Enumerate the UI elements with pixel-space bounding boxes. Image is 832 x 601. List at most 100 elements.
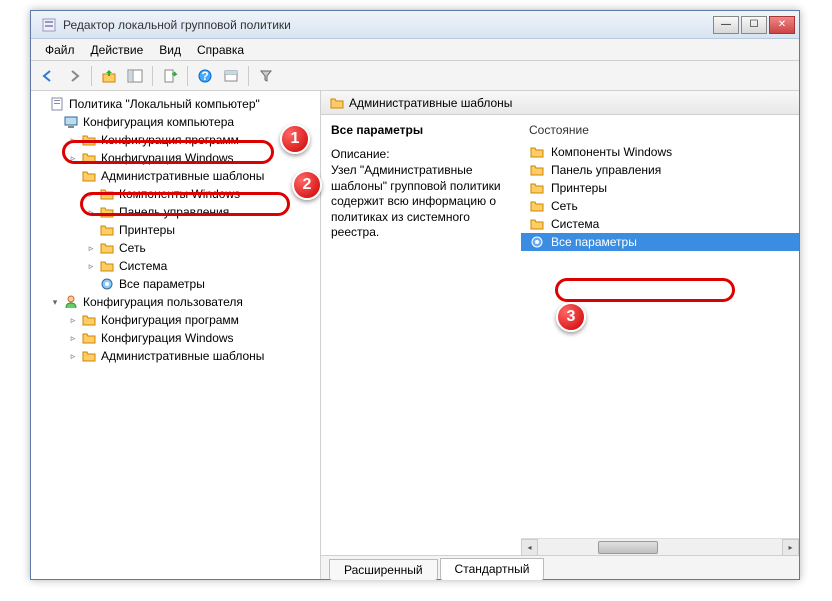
tree-user-windows[interactable]: ▹ Конфигурация Windows [31, 329, 320, 347]
help-button[interactable]: ? [194, 65, 216, 87]
folder-icon [329, 95, 345, 111]
tree-network[interactable]: ▹ Сеть [31, 239, 320, 257]
tree-program-config[interactable]: ▹ Конфигурация программ [31, 131, 320, 149]
expander-icon[interactable]: ▹ [67, 350, 79, 362]
list-column: Состояние Компоненты Windows Панель упра… [521, 115, 799, 555]
tree-windows-config[interactable]: ▹ Конфигурация Windows [31, 149, 320, 167]
export-button[interactable] [159, 65, 181, 87]
desc-label: Описание: [331, 147, 511, 161]
toolbar-separator [187, 66, 188, 86]
toolbar-separator [248, 66, 249, 86]
tree-computer-config[interactable]: Конфигурация компьютера [31, 113, 320, 131]
list-item[interactable]: Сеть [521, 197, 799, 215]
properties-button[interactable] [220, 65, 242, 87]
expander-icon[interactable]: ▹ [85, 206, 97, 218]
folder-icon [81, 132, 97, 148]
view-tabs: Расширенный Стандартный [321, 555, 799, 579]
tree-label: Принтеры [119, 223, 175, 237]
expander-icon[interactable]: ▹ [85, 260, 97, 272]
scroll-track[interactable] [538, 539, 782, 555]
folder-icon [81, 348, 97, 364]
list-item-selected[interactable]: Все параметры [521, 233, 799, 251]
tree-all-params[interactable]: Все параметры [31, 275, 320, 293]
filter-button[interactable] [255, 65, 277, 87]
tree-label: Политика "Локальный компьютер" [69, 97, 260, 111]
folder-icon [81, 330, 97, 346]
tree-label: Конфигурация компьютера [83, 115, 234, 129]
close-button[interactable]: ✕ [769, 16, 795, 34]
list-item[interactable]: Панель управления [521, 161, 799, 179]
svg-text:?: ? [201, 69, 208, 83]
menu-action[interactable]: Действие [83, 41, 152, 59]
expander-icon[interactable] [85, 278, 97, 290]
scroll-thumb[interactable] [598, 541, 658, 554]
expander-icon[interactable] [49, 116, 61, 128]
toolbar: ? [31, 61, 799, 91]
folder-icon [529, 180, 545, 196]
tree-admin-templates[interactable]: Административные шаблоны [31, 167, 320, 185]
app-icon [41, 17, 57, 33]
tree-toggle-button[interactable] [124, 65, 146, 87]
forward-button[interactable] [63, 65, 85, 87]
expander-icon[interactable]: ▹ [67, 314, 79, 326]
toolbar-separator [91, 66, 92, 86]
expander-icon[interactable] [67, 170, 79, 182]
tree-root[interactable]: Политика "Локальный компьютер" [31, 95, 320, 113]
tree-printers[interactable]: Принтеры [31, 221, 320, 239]
scroll-bar-horizontal[interactable]: ◂ ▸ [521, 538, 799, 555]
folder-icon [81, 150, 97, 166]
tree-label: Система [119, 259, 167, 273]
tab-extended[interactable]: Расширенный [329, 559, 438, 580]
folder-icon [99, 222, 115, 238]
expander-icon[interactable]: ▹ [67, 134, 79, 146]
folder-icon [529, 162, 545, 178]
tree-view[interactable]: Политика "Локальный компьютер" Конфигура… [31, 91, 321, 579]
folder-icon [529, 198, 545, 214]
settings-icon [99, 276, 115, 292]
expander-icon[interactable] [35, 98, 47, 110]
menu-help[interactable]: Справка [189, 41, 252, 59]
expander-icon[interactable]: ▾ [49, 296, 61, 308]
list-item[interactable]: Компоненты Windows [521, 143, 799, 161]
list-item[interactable]: Принтеры [521, 179, 799, 197]
list-label: Все параметры [551, 235, 637, 249]
pane-title: Административные шаблоны [349, 96, 512, 110]
scroll-right-icon[interactable]: ▸ [782, 539, 799, 556]
back-button[interactable] [37, 65, 59, 87]
up-button[interactable] [98, 65, 120, 87]
tree-system[interactable]: ▹ Система [31, 257, 320, 275]
expander-icon[interactable]: ▹ [85, 188, 97, 200]
expander-icon[interactable]: ▹ [85, 242, 97, 254]
list-item[interactable]: Система [521, 215, 799, 233]
settings-icon [529, 234, 545, 250]
tree-win-components[interactable]: ▹ Компоненты Windows [31, 185, 320, 203]
pane-body: Все параметры Описание: Узел "Администра… [321, 115, 799, 555]
expander-icon[interactable]: ▹ [67, 332, 79, 344]
tree-label: Конфигурация Windows [101, 151, 234, 165]
menu-view[interactable]: Вид [151, 41, 189, 59]
expander-icon[interactable] [85, 224, 97, 236]
tab-standard[interactable]: Стандартный [440, 558, 545, 580]
tree-label: Конфигурация программ [101, 133, 239, 147]
toolbar-separator [152, 66, 153, 86]
tree-user-programs[interactable]: ▹ Конфигурация программ [31, 311, 320, 329]
tree-user-admin[interactable]: ▹ Административные шаблоны [31, 347, 320, 365]
tree-label: Конфигурация Windows [101, 331, 234, 345]
folder-icon [99, 240, 115, 256]
minimize-button[interactable]: — [713, 16, 739, 34]
pane-header: Административные шаблоны [321, 91, 799, 115]
scroll-left-icon[interactable]: ◂ [521, 539, 538, 556]
folder-icon [81, 312, 97, 328]
folder-icon [81, 168, 97, 184]
list-label: Панель управления [551, 163, 661, 177]
menu-file[interactable]: Файл [37, 41, 83, 59]
tree-user-config[interactable]: ▾ Конфигурация пользователя [31, 293, 320, 311]
maximize-button[interactable]: ☐ [741, 16, 767, 34]
tree-label: Конфигурация программ [101, 313, 239, 327]
user-icon [63, 294, 79, 310]
app-window: Редактор локальной групповой политики — … [30, 10, 800, 580]
tree-control-panel[interactable]: ▹ Панель управления [31, 203, 320, 221]
folder-icon [529, 144, 545, 160]
expander-icon[interactable]: ▹ [67, 152, 79, 164]
menu-bar: Файл Действие Вид Справка [31, 39, 799, 61]
